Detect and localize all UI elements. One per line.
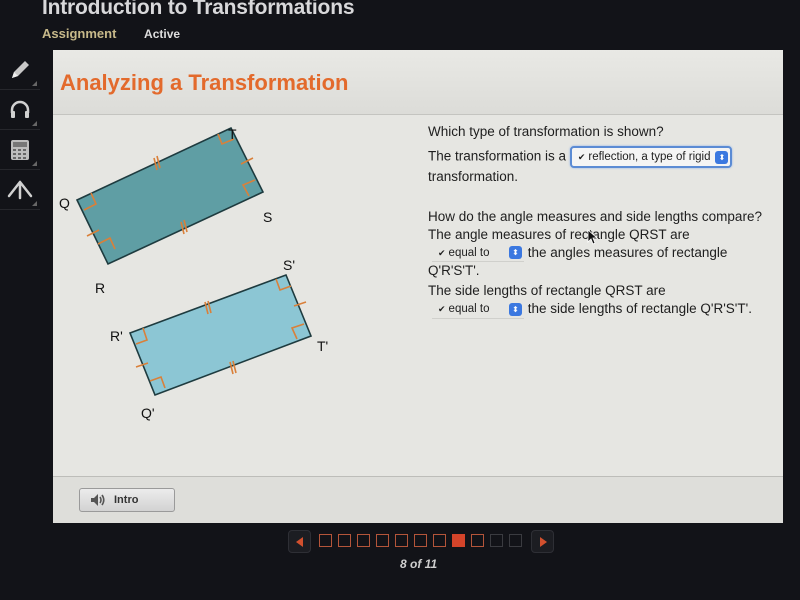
- select-stepper-icon: ⬍: [509, 302, 522, 316]
- angle-compare-value: equal to: [448, 246, 490, 259]
- page-square-8[interactable]: [452, 534, 465, 547]
- page-square-7[interactable]: [433, 534, 446, 547]
- side-answer-line: ✔ equal to ⬍ the side lengths of rectangl…: [428, 300, 778, 319]
- checkmark-icon: ✔: [577, 152, 586, 162]
- page-square-9[interactable]: [471, 534, 484, 547]
- page-square-4[interactable]: [376, 534, 389, 547]
- page-square-2[interactable]: [338, 534, 351, 547]
- pager: [288, 530, 554, 553]
- side-compare-value: equal to: [448, 303, 490, 316]
- select-stepper-icon: ⬍: [715, 150, 729, 164]
- tool-sidebar: [0, 50, 40, 210]
- next-page-button[interactable]: [531, 530, 554, 553]
- submenu-indicator: [32, 161, 37, 166]
- arrow-left-icon: [295, 536, 303, 547]
- transformation-type-value: reflection, a type of rigid: [588, 151, 711, 163]
- side-lead: The side lengths of rectangle QRST are: [428, 283, 666, 299]
- page-square-3[interactable]: [357, 534, 370, 547]
- assignment-link[interactable]: Assignment: [42, 26, 116, 41]
- rectangle-qrst: [75, 126, 265, 266]
- page-square-1[interactable]: [319, 534, 332, 547]
- checkmark-icon: ✔: [438, 247, 446, 258]
- activity-card: Analyzing a Transformation T Q S R S' R'…: [53, 50, 783, 523]
- angle-lead: The angle measures of rectangle QRST are: [428, 227, 690, 242]
- status-label: Active: [144, 27, 181, 41]
- speaker-icon: [91, 494, 105, 506]
- q1-lead: The transformation is a: [428, 148, 567, 164]
- angle-compare-select[interactable]: ✔ equal to ⬍: [432, 244, 524, 263]
- vertex-label-t-prime: T': [317, 338, 328, 354]
- submenu-indicator: [32, 121, 37, 126]
- vertex-label-s: S: [263, 209, 272, 225]
- transformation-type-select[interactable]: ✔ reflection, a type of rigid ⬍: [569, 146, 733, 168]
- tool-pencil[interactable]: [0, 50, 40, 90]
- pencil-icon: [12, 60, 29, 78]
- prev-page-button[interactable]: [288, 530, 311, 553]
- calculator-icon: [11, 139, 29, 160]
- vertex-label-q-prime: Q': [141, 405, 155, 421]
- q1-answer-line: The transformation is a ✔ reflection, a …: [428, 146, 778, 168]
- tool-geometry[interactable]: [0, 170, 40, 210]
- side-compare-select[interactable]: ✔ equal to ⬍: [432, 301, 524, 319]
- vertex-label-s-prime: S': [283, 257, 295, 273]
- submenu-indicator: [32, 81, 37, 86]
- subnav: Assignment Active: [42, 26, 180, 41]
- app-title: Introduction to Transformations: [42, 0, 355, 19]
- q1-prompt: Which type of transformation is shown?: [428, 124, 664, 139]
- tool-calculator[interactable]: [0, 130, 40, 170]
- vertex-label-r: R: [95, 280, 105, 296]
- submenu-indicator: [32, 201, 37, 206]
- card-footer: Intro: [53, 476, 783, 523]
- angle-answer-line: ✔ equal to ⬍ the angles measures of recta…: [428, 244, 778, 280]
- q2-prompt: How do the angle measures and side lengt…: [428, 209, 762, 224]
- page-square-5[interactable]: [395, 534, 408, 547]
- page-indicator: 8 of 11: [400, 557, 438, 571]
- vertex-label-q: Q: [59, 195, 70, 211]
- rectangle-qrst-prime: [128, 273, 313, 397]
- compass-icon: [7, 180, 33, 199]
- page-square-6[interactable]: [414, 534, 427, 547]
- tool-audio[interactable]: [0, 90, 40, 130]
- side-trail: the side lengths of rectangle Q'R'S'T'.: [527, 301, 752, 317]
- question-panel: Which type of transformation is shown? T…: [428, 123, 778, 319]
- headphones-icon: [10, 100, 30, 118]
- q1-trail: transformation.: [428, 169, 519, 184]
- vertex-label-t: T: [228, 126, 237, 142]
- page-square-10[interactable]: [490, 534, 503, 547]
- arrow-right-icon: [539, 536, 547, 547]
- vertex-label-r-prime: R': [110, 328, 123, 344]
- select-stepper-icon: ⬍: [509, 246, 522, 260]
- checkmark-icon: ✔: [438, 304, 446, 315]
- transformation-diagram: T Q S R S' R' T' Q': [59, 126, 328, 421]
- mouse-cursor-icon: [587, 229, 599, 245]
- intro-label: Intro: [114, 494, 139, 506]
- intro-button[interactable]: Intro: [79, 488, 175, 512]
- page-square-11[interactable]: [509, 534, 522, 547]
